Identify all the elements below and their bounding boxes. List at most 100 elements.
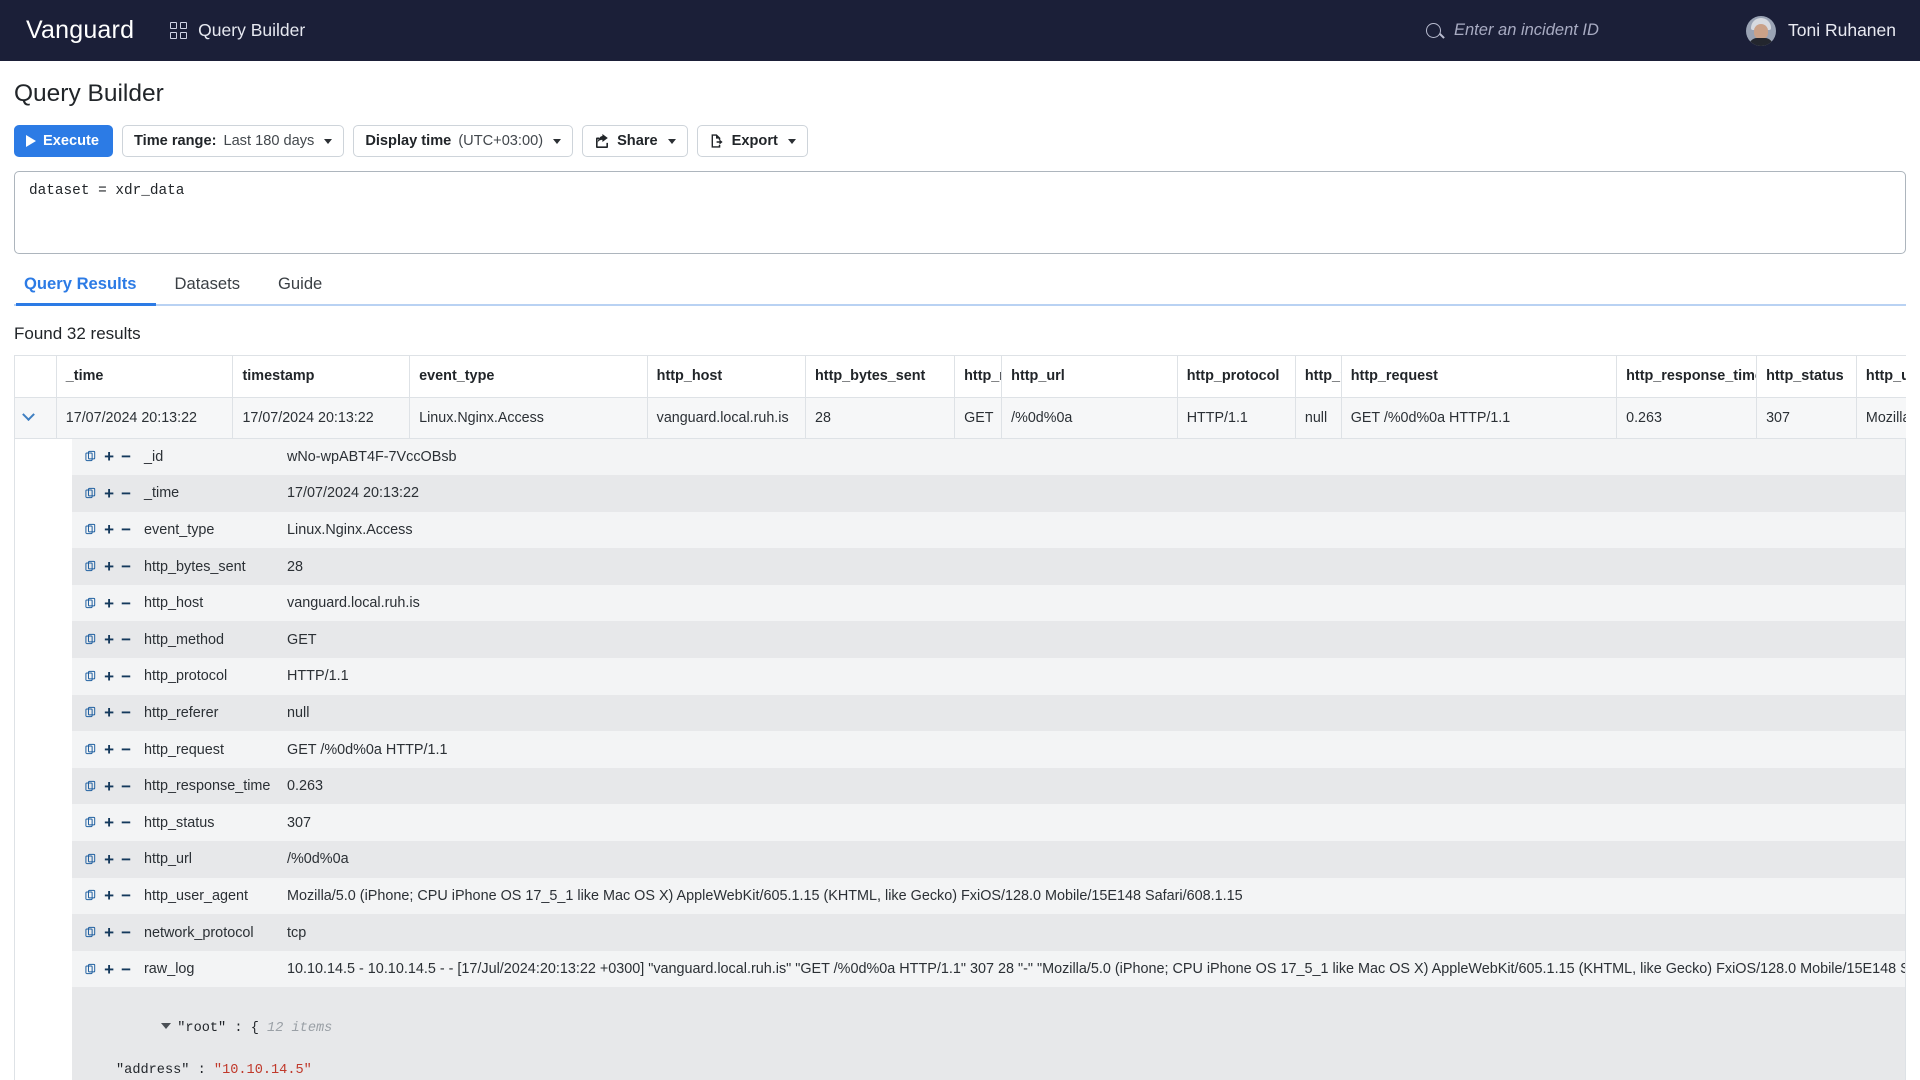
exclude-from-query-icon[interactable]: −: [121, 814, 131, 831]
exclude-from-query-icon[interactable]: −: [121, 924, 131, 941]
exclude-from-query-icon[interactable]: −: [121, 668, 131, 685]
column-header-http_request[interactable]: http_request: [1341, 356, 1618, 398]
column-header-_time[interactable]: _time: [56, 356, 234, 398]
column-header-event_type[interactable]: event_type: [409, 356, 648, 398]
exclude-from-query-icon[interactable]: −: [121, 631, 131, 648]
app-name-label: Query Builder: [198, 20, 306, 40]
detail-field-key: _id: [144, 448, 164, 465]
copy-icon[interactable]: [85, 888, 97, 903]
detail-field-row: + − http_response_time 0.263: [72, 767, 1905, 805]
column-header-http_user_agent[interactable]: http_user_: [1856, 356, 1906, 398]
exclude-from-query-icon[interactable]: −: [121, 887, 131, 904]
add-to-query-icon[interactable]: +: [104, 668, 114, 685]
add-to-query-icon[interactable]: +: [104, 924, 114, 941]
triangle-collapse-icon[interactable]: [161, 1023, 172, 1030]
detail-field-value: GET /%0d%0a HTTP/1.1: [287, 741, 448, 758]
add-to-query-icon[interactable]: +: [104, 631, 114, 648]
copy-icon[interactable]: [85, 559, 97, 574]
column-header-http_bytes_sent[interactable]: http_bytes_sent: [805, 356, 956, 398]
exclude-from-query-icon[interactable]: −: [121, 448, 131, 465]
add-to-query-icon[interactable]: +: [104, 521, 114, 538]
exclude-from-query-icon[interactable]: −: [121, 485, 131, 502]
exclude-from-query-icon[interactable]: −: [121, 778, 131, 795]
json-separator: :: [189, 1063, 214, 1079]
row-detail-panel: + − _id wNo-wpABT4F-7VccOBsb + − _time 17/07/20…: [14, 438, 1906, 1080]
exclude-from-query-icon[interactable]: −: [121, 558, 131, 575]
export-button[interactable]: Export: [696, 125, 808, 157]
copy-icon[interactable]: [85, 705, 97, 720]
column-header-http_url[interactable]: http_url: [1001, 356, 1178, 398]
detail-field-key: network_protocol: [144, 924, 254, 941]
search-input[interactable]: [1452, 20, 1712, 41]
user-menu[interactable]: Toni Ruhanen: [1746, 15, 1896, 46]
execute-button[interactable]: Execute: [14, 125, 113, 157]
chevron-down-icon: [787, 138, 796, 144]
column-header-http_protocol[interactable]: http_protocol: [1177, 356, 1296, 398]
add-to-query-icon[interactable]: +: [104, 887, 114, 904]
copy-icon[interactable]: [85, 632, 97, 647]
brand-logo[interactable]: Vanguard: [26, 16, 134, 45]
column-header-http_response_time[interactable]: http_response_time: [1616, 356, 1758, 398]
incident-search[interactable]: [1426, 20, 1712, 41]
copy-icon[interactable]: [85, 669, 97, 684]
column-header-http_method[interactable]: http_method: [954, 356, 1003, 398]
column-header-http_referer[interactable]: http_referer: [1295, 356, 1342, 398]
copy-icon[interactable]: [85, 486, 97, 501]
exclude-from-query-icon[interactable]: −: [121, 851, 131, 868]
exclude-from-query-icon[interactable]: −: [121, 704, 131, 721]
exclude-from-query-icon[interactable]: −: [121, 961, 131, 978]
add-to-query-icon[interactable]: +: [104, 961, 114, 978]
copy-icon[interactable]: [85, 852, 97, 867]
add-to-query-icon[interactable]: +: [104, 814, 114, 831]
exclude-from-query-icon[interactable]: −: [121, 521, 131, 538]
json-value: "10.10.14.5": [213, 1063, 312, 1079]
chevron-down-icon: [324, 138, 333, 144]
detail-row-actions: + −: [72, 741, 131, 758]
exclude-from-query-icon[interactable]: −: [121, 595, 131, 612]
row-expand-toggle[interactable]: [15, 397, 57, 439]
detail-row-actions: + −: [72, 521, 131, 538]
tab-query-results[interactable]: Query Results: [16, 269, 156, 306]
add-to-query-icon[interactable]: +: [104, 558, 114, 575]
detail-field-value: GET: [287, 631, 317, 648]
add-to-query-icon[interactable]: +: [104, 741, 114, 758]
json-entry-address: "address" : "10.10.14.5": [72, 1060, 1905, 1080]
add-to-query-icon[interactable]: +: [104, 851, 114, 868]
add-to-query-icon[interactable]: +: [104, 485, 114, 502]
time-range-dropdown[interactable]: Time range: Last 180 days: [121, 125, 345, 157]
time-range-value: Last 180 days: [223, 133, 315, 149]
add-to-query-icon[interactable]: +: [104, 778, 114, 795]
query-editor[interactable]: dataset = xdr_data: [14, 171, 1906, 254]
detail-row-actions: + −: [72, 814, 131, 831]
column-header-http_host[interactable]: http_host: [647, 356, 807, 398]
add-to-query-icon[interactable]: +: [104, 448, 114, 465]
json-root-line[interactable]: "root" : { 12 items: [72, 997, 1905, 1060]
copy-icon[interactable]: [85, 962, 97, 977]
copy-icon[interactable]: [85, 779, 97, 794]
copy-icon[interactable]: [85, 449, 97, 464]
share-button[interactable]: Share: [582, 125, 688, 157]
page-title: Query Builder: [14, 80, 164, 107]
add-to-query-icon[interactable]: +: [104, 704, 114, 721]
display-time-dropdown[interactable]: Display time (UTC+03:00): [353, 125, 574, 157]
tab-guide[interactable]: Guide: [259, 269, 341, 306]
detail-row-actions: + −: [72, 924, 131, 941]
table-row[interactable]: 17/07/2024 20:13:22 17/07/2024 20:13:22 …: [15, 397, 1906, 439]
column-header-http_status[interactable]: http_status: [1756, 356, 1857, 398]
tab-datasets[interactable]: Datasets: [156, 269, 259, 306]
detail-field-row: + − event_type Linux.Nginx.Access: [72, 511, 1905, 549]
detail-row-actions: + −: [72, 485, 131, 502]
exclude-from-query-icon[interactable]: −: [121, 741, 131, 758]
copy-icon[interactable]: [85, 742, 97, 757]
share-label: Share: [617, 133, 658, 149]
copy-icon[interactable]: [85, 925, 97, 940]
detail-field-row: + − _time 17/07/2024 20:13:22: [72, 475, 1905, 512]
copy-icon[interactable]: [85, 522, 97, 537]
column-header-timestamp[interactable]: timestamp: [232, 356, 411, 398]
detail-field-key: http_bytes_sent: [144, 558, 246, 575]
chevron-down-icon[interactable]: [22, 407, 35, 421]
copy-icon[interactable]: [85, 596, 97, 611]
copy-icon[interactable]: [85, 815, 97, 830]
app-switcher[interactable]: Query Builder: [170, 20, 305, 41]
add-to-query-icon[interactable]: +: [104, 595, 114, 612]
